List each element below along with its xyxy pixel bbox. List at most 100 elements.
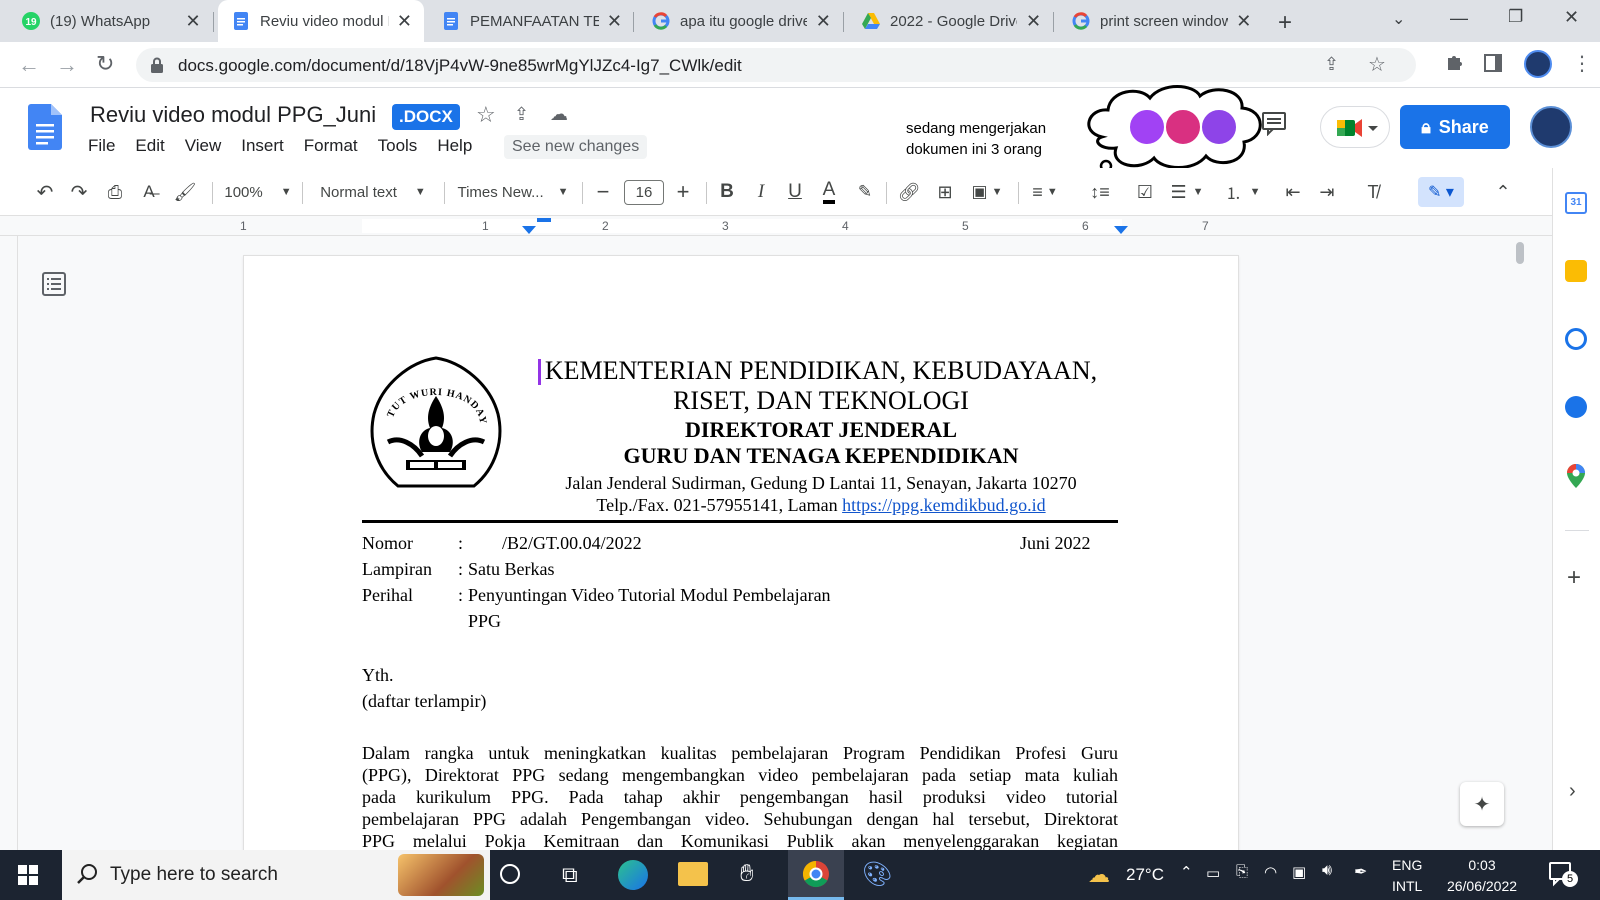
bold-icon[interactable]: B (712, 168, 742, 216)
share-page-icon[interactable]: ⇪ (1324, 54, 1339, 75)
system-clock[interactable]: 0:03 26/06/2022 (1440, 855, 1524, 897)
menu-tools[interactable]: Tools (378, 136, 418, 156)
side-panel-icon[interactable] (1484, 54, 1502, 72)
decrease-font-size-button[interactable]: − (588, 168, 618, 216)
menu-file[interactable]: File (88, 136, 115, 156)
close-tab-icon[interactable]: ✕ (815, 11, 832, 31)
close-window-icon[interactable]: ✕ (1564, 7, 1579, 28)
line-spacing-icon[interactable]: ↕≡ (1084, 168, 1116, 216)
collaborator-avatar-3[interactable] (1200, 108, 1238, 146)
text-color-icon[interactable]: A (814, 168, 844, 216)
windows-start-icon[interactable] (18, 865, 38, 885)
profile-avatar[interactable] (1524, 50, 1552, 78)
comment-history-icon[interactable] (1262, 112, 1288, 136)
close-tab-icon[interactable]: ✕ (397, 11, 412, 31)
paragraph-style-select[interactable]: Normal text ▼ (310, 168, 436, 216)
extensions-icon[interactable] (1444, 52, 1464, 74)
zoom-select[interactable]: 100% ▼ (220, 168, 296, 216)
edge-icon[interactable] (618, 860, 648, 890)
chrome-menu-icon[interactable]: ⋮ (1572, 51, 1592, 76)
docs-logo-icon[interactable] (28, 104, 62, 150)
notification-center-icon[interactable]: 5 (1548, 861, 1578, 887)
expand-panel-icon[interactable]: › (1569, 780, 1576, 803)
first-line-indent-marker[interactable] (537, 218, 551, 222)
document-page[interactable]: TUT WURI HANDAYANI KEMENTERIAN PENDIDIKA… (244, 256, 1238, 850)
menu-help[interactable]: Help (437, 136, 472, 156)
increase-indent-icon[interactable]: ⇥ (1312, 168, 1342, 216)
taskbar-search-box[interactable]: Type here to search (62, 850, 490, 900)
add-comment-icon[interactable]: ⊞ (930, 168, 960, 216)
chevron-up-icon[interactable]: ⌃ (1180, 863, 1193, 881)
font-select[interactable]: Times New... ▼ (450, 168, 576, 216)
tab-drive-2022[interactable]: 2022 - Google Drive ✕ (848, 0, 1054, 42)
outline-icon[interactable] (42, 272, 66, 296)
task-view-icon[interactable]: ⧉ (562, 862, 578, 888)
display-icon[interactable]: ▣ (1292, 863, 1306, 881)
contacts-icon[interactable] (1565, 396, 1587, 418)
maps-icon[interactable] (1567, 464, 1585, 488)
align-left-icon[interactable]: ≡ ▼ (1024, 168, 1066, 216)
tab-whatsapp[interactable]: 19 (19) WhatsApp ✕ (8, 0, 214, 42)
omnibox[interactable]: docs.google.com/document/d/18VjP4vW-9ne8… (136, 48, 1416, 82)
pen-icon[interactable]: ✒︎ (1354, 862, 1367, 882)
tab-reviu-video[interactable]: Reviu video modul PPG_Juni ✕ (218, 0, 424, 42)
meet-button[interactable] (1320, 106, 1390, 148)
cloud-saved-icon[interactable]: ☁ (550, 104, 568, 125)
close-tab-icon[interactable]: ✕ (1236, 11, 1252, 31)
checklist-icon[interactable]: ☑ (1130, 168, 1160, 216)
see-new-changes-button[interactable]: See new changes (504, 135, 648, 159)
forward-icon[interactable]: → (56, 52, 78, 78)
collapse-menus-icon[interactable]: ⌃ (1488, 168, 1518, 216)
move-icon[interactable]: ⇪ (514, 104, 529, 125)
account-avatar[interactable] (1530, 106, 1572, 148)
tab-pemanfaatan[interactable]: PEMANFAATAN TEKNOLOGI ✕ (428, 0, 634, 42)
highlight-icon[interactable]: ✎ (850, 168, 880, 216)
menu-format[interactable]: Format (304, 136, 358, 156)
tab-search-icon[interactable]: ⌄ (1392, 9, 1405, 29)
document-title[interactable]: Reviu video modul PPG_Juni (90, 102, 376, 128)
website-link[interactable]: https://ppg.kemdikbud.go.id (842, 495, 1046, 515)
input-language[interactable]: ENG INTL (1392, 855, 1422, 897)
device-icon[interactable]: ⎘ (1236, 863, 1248, 880)
wifi-icon[interactable]: ◠ (1264, 863, 1277, 881)
close-tab-icon[interactable]: ✕ (607, 11, 622, 31)
vertical-scrollbar-thumb[interactable] (1516, 242, 1524, 264)
restore-icon[interactable]: ❐ (1508, 7, 1523, 27)
url-text[interactable]: docs.google.com/document/d/18VjP4vW-9ne8… (178, 56, 742, 76)
keep-icon[interactable] (1565, 260, 1587, 282)
back-icon[interactable]: ← (18, 52, 40, 78)
calendar-icon[interactable]: 31 (1565, 192, 1587, 214)
underline-icon[interactable]: U (780, 168, 810, 216)
star-icon[interactable]: ☆ (476, 102, 496, 128)
share-button[interactable]: 🔒︎ Share (1400, 105, 1510, 149)
italic-icon[interactable]: I (746, 168, 776, 216)
redo-icon[interactable]: ↷ (64, 168, 94, 216)
paint-icon[interactable]: 🎨︎ (862, 860, 892, 889)
bookmark-star-icon[interactable]: ☆ (1368, 52, 1386, 77)
snip-tool-icon[interactable]: ✋︎ (740, 860, 754, 888)
lock-icon[interactable] (150, 57, 164, 73)
menu-insert[interactable]: Insert (241, 136, 284, 156)
add-addon-icon[interactable]: + (1567, 564, 1581, 592)
explore-icon[interactable]: ✦ (1460, 782, 1504, 826)
left-indent-marker[interactable] (522, 226, 536, 234)
tab-print-screen[interactable]: print screen windows ✕ (1058, 0, 1264, 42)
menu-edit[interactable]: Edit (135, 136, 164, 156)
battery-icon[interactable]: ▭ (1206, 864, 1220, 882)
paint-format-icon[interactable]: 🖌︎ (170, 168, 200, 216)
right-indent-marker[interactable] (1114, 226, 1128, 234)
cortana-icon[interactable] (500, 864, 520, 884)
clear-formatting-icon[interactable]: T̸ (1358, 168, 1388, 216)
collaborator-avatar-1[interactable] (1128, 108, 1166, 146)
menu-view[interactable]: View (185, 136, 222, 156)
close-tab-icon[interactable]: ✕ (184, 11, 202, 31)
file-explorer-icon[interactable] (678, 862, 708, 886)
chrome-taskbar-button[interactable] (788, 850, 844, 900)
minimize-icon[interactable]: — (1450, 8, 1468, 29)
spellcheck-icon[interactable]: A̶ (134, 168, 164, 216)
print-icon[interactable]: ⎙ (100, 168, 130, 216)
volume-icon[interactable]: 🔊︎ (1322, 862, 1332, 880)
weather-temp[interactable]: 27°C (1126, 865, 1164, 885)
numbered-list-icon[interactable]: ⒈ ▼ (1220, 168, 1266, 216)
collaborator-avatar-2[interactable] (1164, 108, 1202, 146)
